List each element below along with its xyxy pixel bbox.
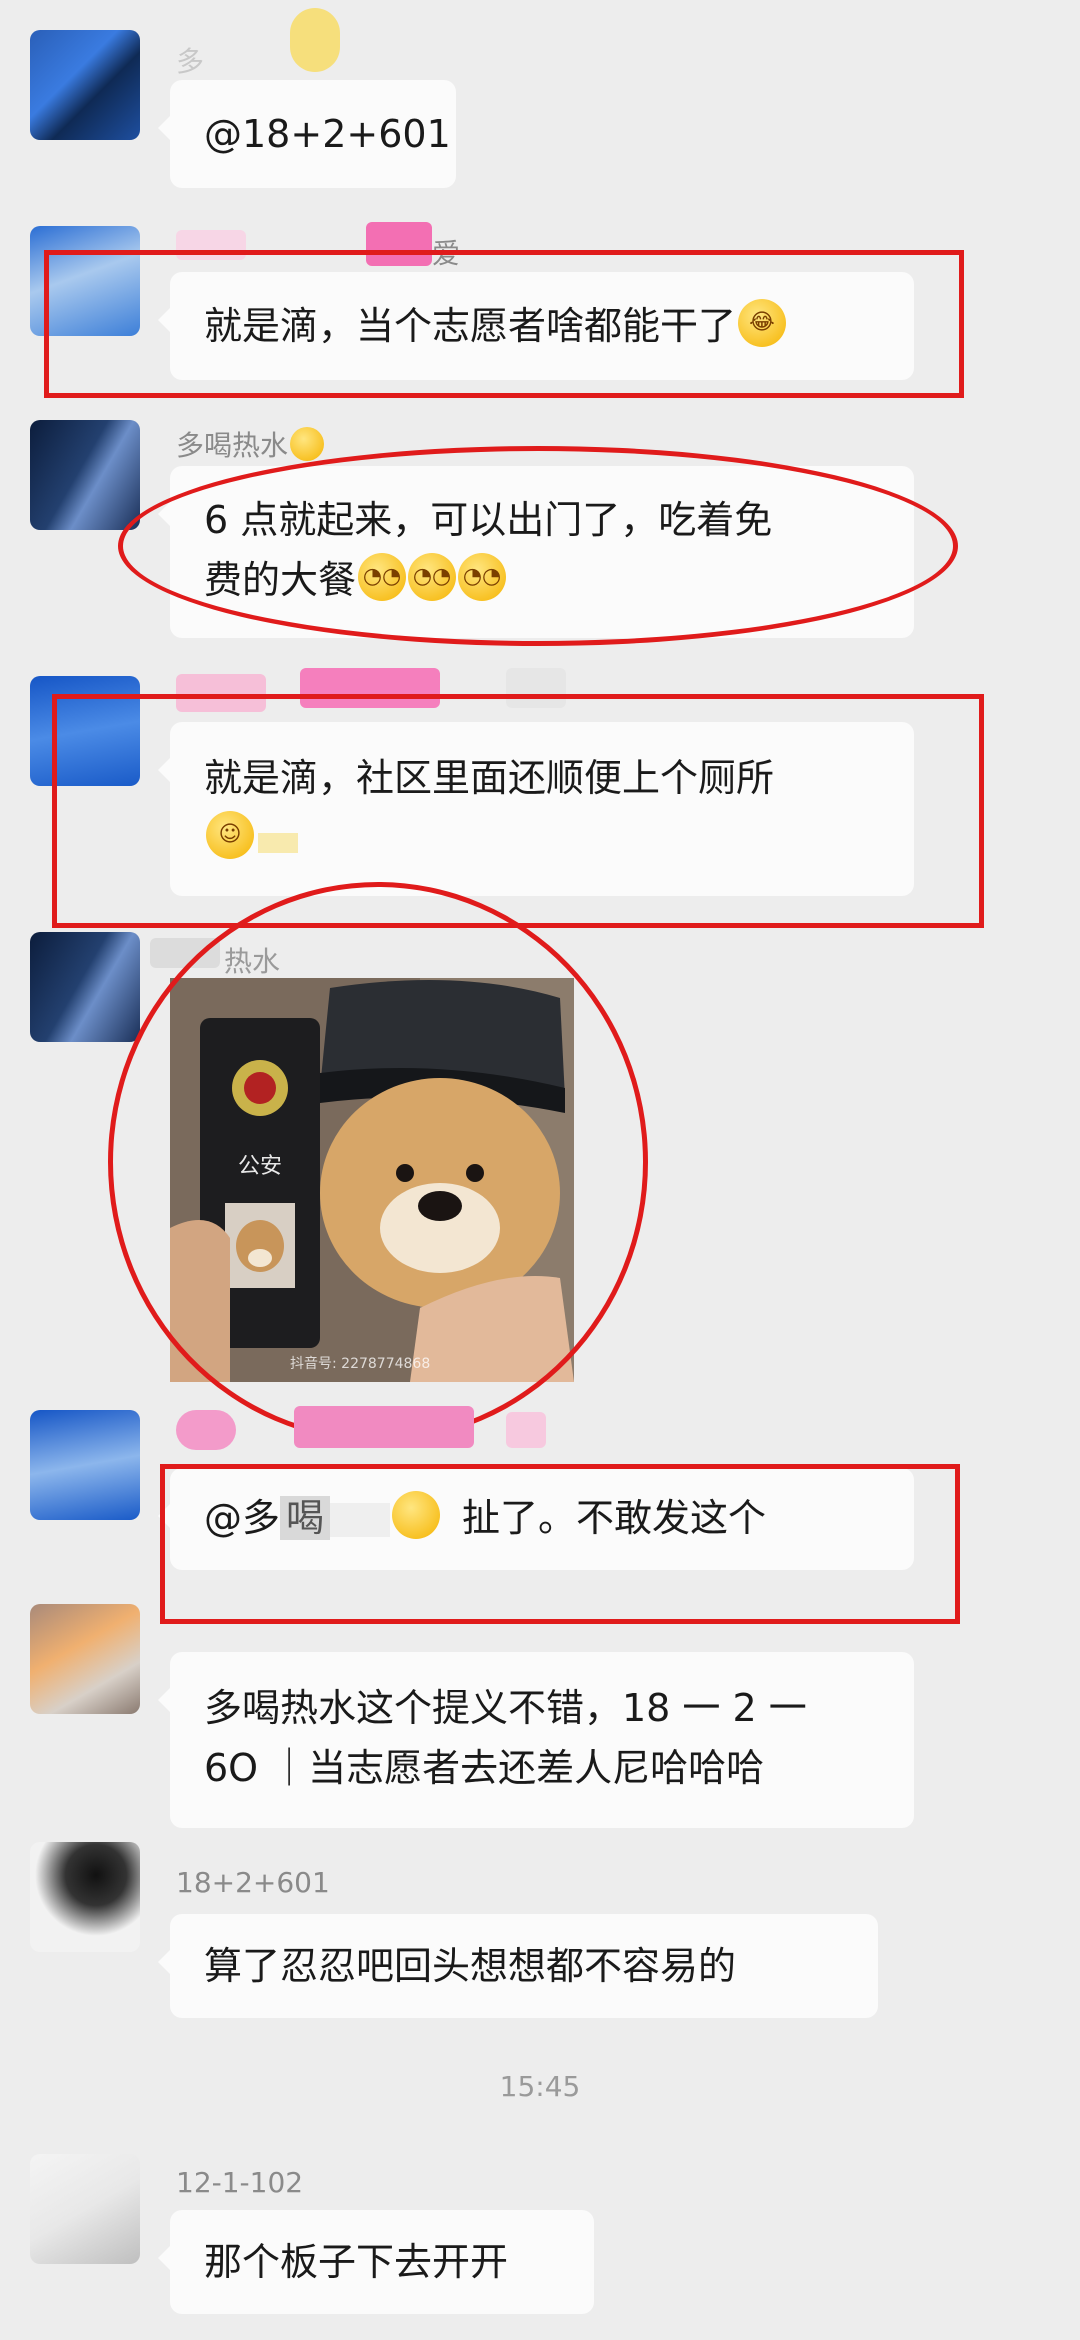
message-text: 那个板子下去开开 bbox=[204, 2240, 509, 2284]
blurred-name bbox=[506, 1412, 546, 1448]
avatar[interactable] bbox=[30, 30, 140, 140]
message-text: @18+2+601 bbox=[204, 112, 451, 156]
sender-name: 多 bbox=[176, 45, 205, 78]
blurred-name bbox=[290, 8, 340, 72]
message-text-line: 多喝热水这个提义不错，18 一 2 一 bbox=[204, 1686, 807, 1730]
message-bubble[interactable]: @18+2+601 bbox=[158, 80, 456, 188]
avatar[interactable] bbox=[30, 1842, 140, 1952]
message-bubble[interactable]: 算了忍忍吧回头想想都不容易的 bbox=[158, 1914, 878, 2018]
blurred-name bbox=[294, 1406, 474, 1448]
red-annotation-box bbox=[160, 1464, 960, 1624]
smile-emoji-icon bbox=[290, 427, 325, 461]
message-text-line: 6O ｜当志愿者去还差人尼哈哈哈 bbox=[204, 1746, 765, 1790]
avatar[interactable] bbox=[30, 2154, 140, 2264]
avatar[interactable] bbox=[30, 932, 140, 1042]
red-annotation-box bbox=[52, 694, 984, 928]
timestamp: 15:45 bbox=[499, 2070, 581, 2103]
message-bubble[interactable]: 那个板子下去开开 bbox=[158, 2210, 594, 2314]
red-annotation-ellipse bbox=[108, 882, 648, 1442]
avatar[interactable] bbox=[30, 1604, 140, 1714]
sender-name: 12-1-102 bbox=[176, 2166, 304, 2199]
red-annotation-ellipse bbox=[118, 446, 958, 646]
avatar[interactable] bbox=[30, 1410, 140, 1520]
chat-message-list[interactable]: 多 @18+2+601 爱 就是滴，当个志愿者啥都能干了 😂 多喝热水 6 点就起… bbox=[0, 0, 1080, 2340]
message-bubble[interactable]: 多喝热水这个提义不错，18 一 2 一 6O ｜当志愿者去还差人尼哈哈哈 bbox=[158, 1652, 914, 1828]
sender-name: 多喝热水 bbox=[176, 424, 325, 464]
blurred-name bbox=[176, 1410, 236, 1450]
red-annotation-box bbox=[44, 250, 964, 398]
sender-name: 18+2+601 bbox=[176, 1866, 330, 1899]
message-text: 算了忍忍吧回头想想都不容易的 bbox=[204, 1944, 737, 1988]
avatar[interactable] bbox=[30, 420, 140, 530]
